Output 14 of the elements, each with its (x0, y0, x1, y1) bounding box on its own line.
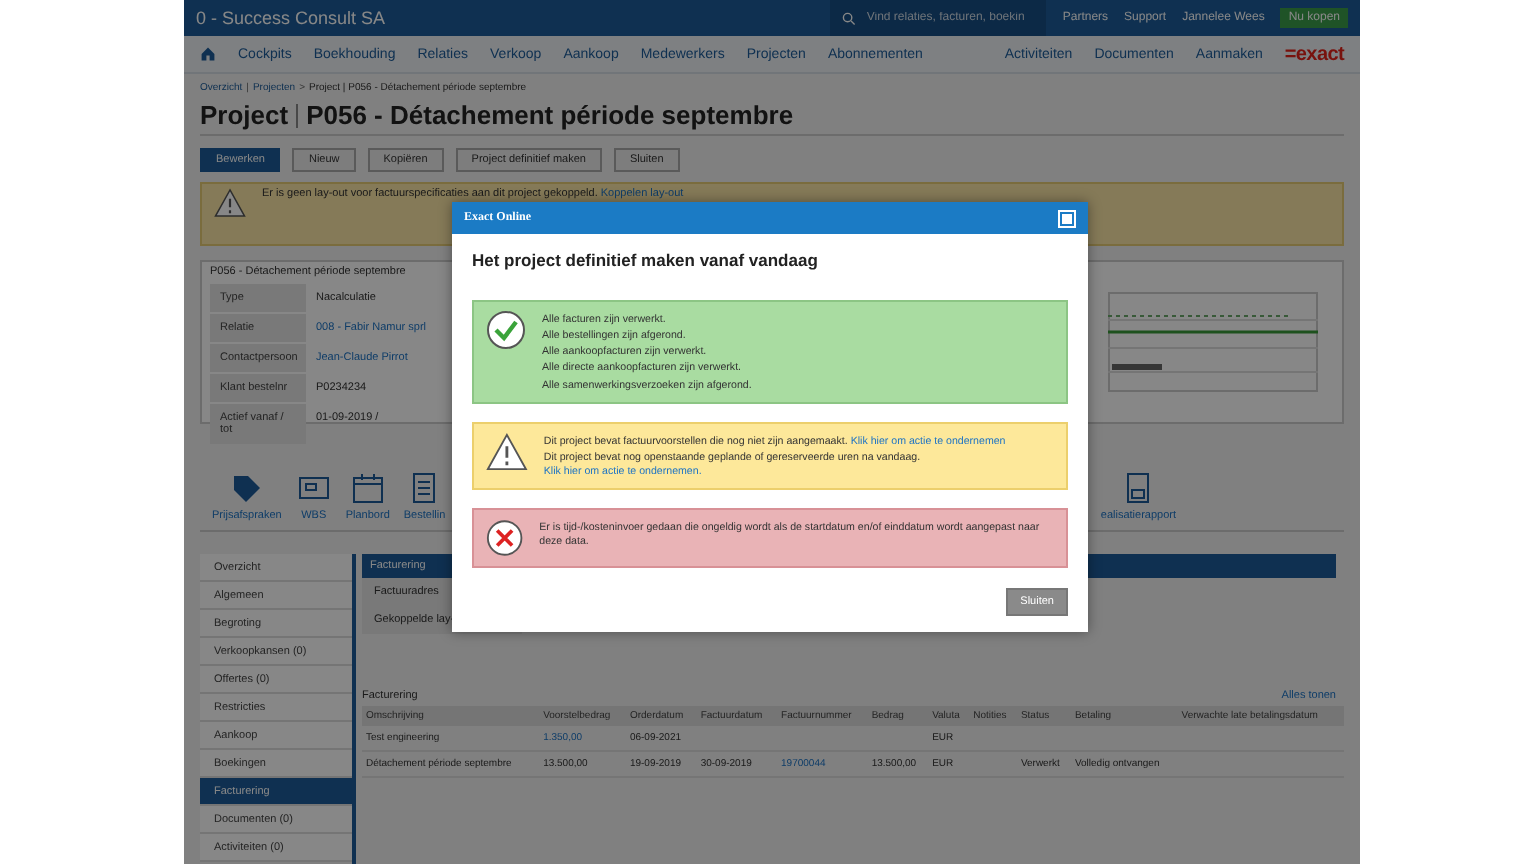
logo: =exact (1284, 43, 1344, 65)
error-circle-icon (486, 518, 524, 559)
page-title: P056 - Détachement période septembre (306, 100, 794, 130)
tag-icon (228, 470, 265, 506)
close-button[interactable] (1058, 209, 1076, 227)
warning-icon (214, 188, 246, 218)
page-title: Project (200, 100, 289, 130)
check-circle-icon (486, 310, 526, 350)
calendar-icon (349, 470, 386, 506)
company-name[interactable]: 0 - Success Consult SA (196, 8, 815, 28)
home-icon[interactable] (200, 46, 216, 62)
dialog-heading: Het project definitief maken vanaf vandaag (472, 250, 820, 270)
warning-icon (486, 431, 528, 472)
search-icon (842, 11, 857, 25)
